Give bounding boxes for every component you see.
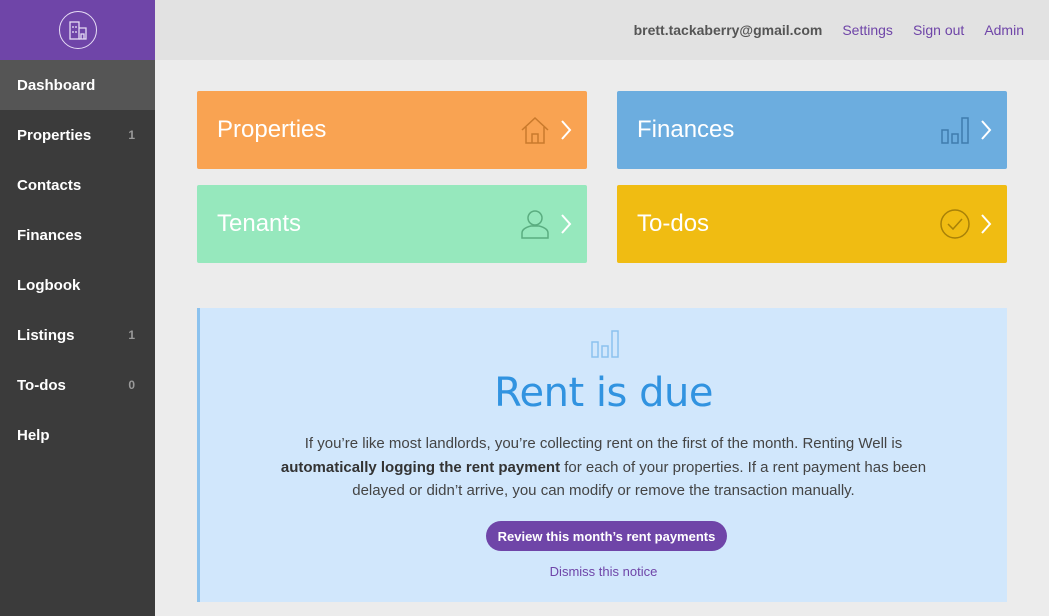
- sidebar-item-label: Listings: [17, 326, 75, 344]
- tile-label: Finances: [637, 116, 735, 143]
- sidebar-item-logbook[interactable]: Logbook: [0, 260, 155, 310]
- sidebar-item-label: Finances: [17, 226, 83, 244]
- rent-due-notice: Rent is due If you’re like most landlord…: [197, 308, 1007, 602]
- sidebar-item-properties[interactable]: Properties 1: [0, 110, 155, 160]
- sidebar-item-help[interactable]: Help: [0, 410, 155, 460]
- notice-title: Rent is due: [494, 370, 713, 416]
- settings-link[interactable]: Settings: [842, 22, 893, 38]
- notice-body-bold: automatically logging the rent payment: [280, 458, 561, 476]
- notice-body: If you’re like most landlords, you’re co…: [260, 432, 947, 503]
- chevron-right-icon: [561, 120, 572, 140]
- sidebar-item-contacts[interactable]: Contacts: [0, 160, 155, 210]
- dismiss-notice-link[interactable]: Dismiss this notice: [200, 564, 1007, 579]
- person-icon: [521, 210, 549, 239]
- sidebar-item-label: Help: [17, 426, 50, 444]
- building-icon: [58, 11, 97, 49]
- sidebar-item-count: 1: [128, 328, 135, 342]
- sidebar-item-finances[interactable]: Finances: [0, 210, 155, 260]
- sidebar-item-label: Dashboard: [17, 76, 96, 94]
- tile-icons: [519, 208, 573, 240]
- house-icon: [521, 116, 549, 144]
- tile-label: Tenants: [217, 210, 302, 237]
- tile-icons: [939, 208, 993, 240]
- properties-tile[interactable]: Properties: [197, 91, 587, 169]
- bar-chart-icon: [941, 117, 969, 144]
- bar-chart-icon: [591, 330, 619, 358]
- sidebar-nav: Dashboard Properties 1 Contacts Finances…: [0, 60, 155, 460]
- sidebar-item-label: Contacts: [17, 176, 82, 194]
- logo[interactable]: [0, 0, 155, 60]
- check-circle-icon: [940, 209, 970, 239]
- tile-label: To-dos: [637, 210, 710, 237]
- finances-tile[interactable]: Finances: [617, 91, 1007, 169]
- todos-tile[interactable]: To-dos: [617, 185, 1007, 263]
- user-email: brett.tackaberry@gmail.com: [633, 22, 823, 38]
- sidebar-item-label: Logbook: [17, 276, 81, 294]
- tile-label: Properties: [217, 116, 327, 143]
- admin-link[interactable]: Admin: [984, 22, 1024, 38]
- sign-out-link[interactable]: Sign out: [913, 22, 964, 38]
- sidebar-item-count: 1: [128, 128, 135, 142]
- sidebar: Dashboard Properties 1 Contacts Finances…: [0, 0, 155, 616]
- sidebar-item-label: To-dos: [17, 376, 66, 394]
- review-rent-payments-button[interactable]: Review this month’s rent payments: [486, 521, 727, 551]
- tile-icons: [519, 114, 573, 146]
- sidebar-item-todos[interactable]: To-dos 0: [0, 360, 155, 410]
- chevron-right-icon: [981, 120, 992, 140]
- chevron-right-icon: [561, 214, 572, 234]
- sidebar-item-dashboard[interactable]: Dashboard: [0, 60, 155, 110]
- tenants-tile[interactable]: Tenants: [197, 185, 587, 263]
- sidebar-item-count: 0: [128, 378, 135, 392]
- top-bar: brett.tackaberry@gmail.com Settings Sign…: [155, 0, 1049, 60]
- tile-icons: [939, 114, 993, 146]
- sidebar-item-listings[interactable]: Listings 1: [0, 310, 155, 360]
- notice-body-text: If you’re like most landlords, you’re co…: [304, 435, 903, 452]
- sidebar-item-label: Properties: [17, 126, 92, 144]
- chevron-right-icon: [981, 214, 992, 234]
